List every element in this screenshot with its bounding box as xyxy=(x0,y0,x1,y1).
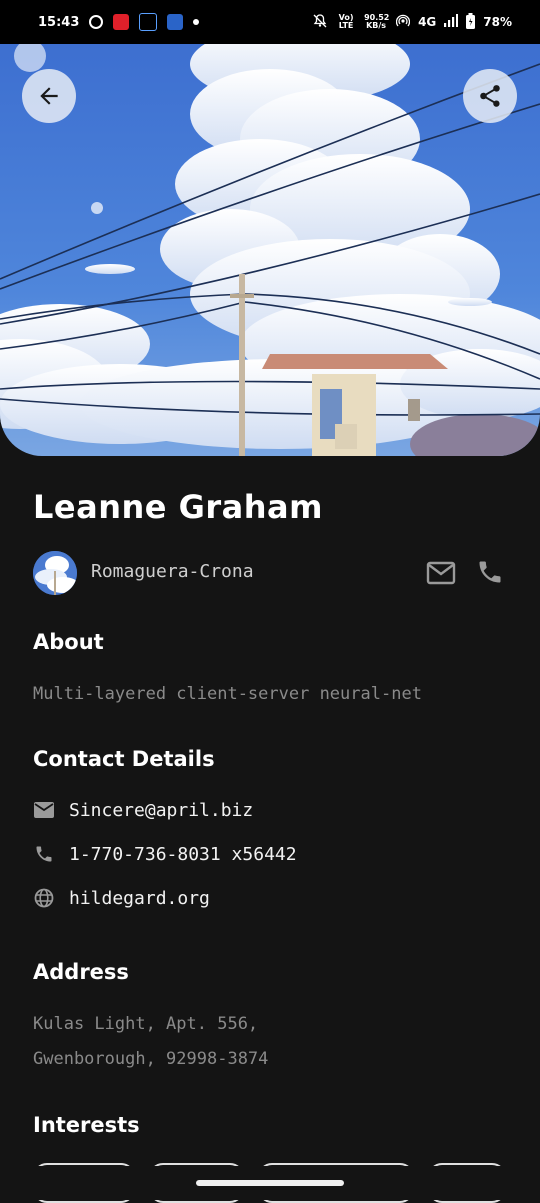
back-button[interactable] xyxy=(22,69,76,123)
contact-heading: Contact Details xyxy=(33,747,215,771)
mail-outline-icon xyxy=(426,561,456,585)
contact-phone-row[interactable]: 1-770-736-8031 x56442 xyxy=(33,843,297,865)
contact-email: Sincere@april.biz xyxy=(69,799,254,821)
contact-email-row[interactable]: Sincere@april.biz xyxy=(33,799,253,821)
status-bar: 15:43 Vo) LTE 90.52 KB/s 4G 78% xyxy=(0,0,540,44)
avatar-image xyxy=(33,551,77,595)
contact-website: hildegard.org xyxy=(69,887,210,909)
share-button[interactable] xyxy=(463,69,517,123)
email-button[interactable] xyxy=(426,560,456,590)
vi-app-icon xyxy=(113,14,130,30)
phone-icon xyxy=(33,843,55,865)
network-speed-unit: KB/s xyxy=(366,21,387,30)
battery-icon xyxy=(466,12,476,32)
signal-icon xyxy=(444,13,459,31)
sky-scene-illustration xyxy=(0,44,540,456)
more-dot-icon xyxy=(193,19,200,25)
avatar xyxy=(33,551,77,595)
gesture-handle[interactable] xyxy=(196,1180,344,1186)
phone-icon xyxy=(479,561,501,583)
profile-name: Leanne Graham xyxy=(33,488,323,526)
interests-heading: Interests xyxy=(33,1113,140,1137)
volte-indicator: Vo) LTE xyxy=(338,13,354,30)
network-type: 4G xyxy=(418,15,437,29)
status-time: 15:43 xyxy=(38,14,80,30)
company-name: Romaguera-Crona xyxy=(91,561,254,582)
call-button[interactable] xyxy=(476,558,504,590)
mail-icon xyxy=(33,799,55,821)
about-text: Multi-layered client-server neural-net xyxy=(33,684,422,704)
header-image xyxy=(0,44,540,456)
battery-percentage: 78% xyxy=(483,15,512,29)
share-icon xyxy=(480,85,500,107)
globe-icon xyxy=(33,887,55,909)
network-speed: 90.52 KB/s xyxy=(364,14,389,30)
contact-phone: 1-770-736-8031 x56442 xyxy=(69,843,297,865)
notification-app-icon xyxy=(89,15,104,29)
address-line-1: Kulas Light, Apt. 556, xyxy=(33,1014,259,1034)
address-heading: Address xyxy=(33,960,129,984)
about-heading: About xyxy=(33,630,104,654)
address-line-2: Gwenborough, 92998-3874 xyxy=(33,1049,269,1069)
contact-website-row[interactable]: hildegard.org xyxy=(33,887,210,909)
arrow-back-icon xyxy=(40,87,58,105)
card-app-icon xyxy=(167,14,184,30)
robot-app-icon xyxy=(139,13,158,31)
hotspot-icon xyxy=(395,14,411,31)
mute-icon xyxy=(312,13,328,32)
